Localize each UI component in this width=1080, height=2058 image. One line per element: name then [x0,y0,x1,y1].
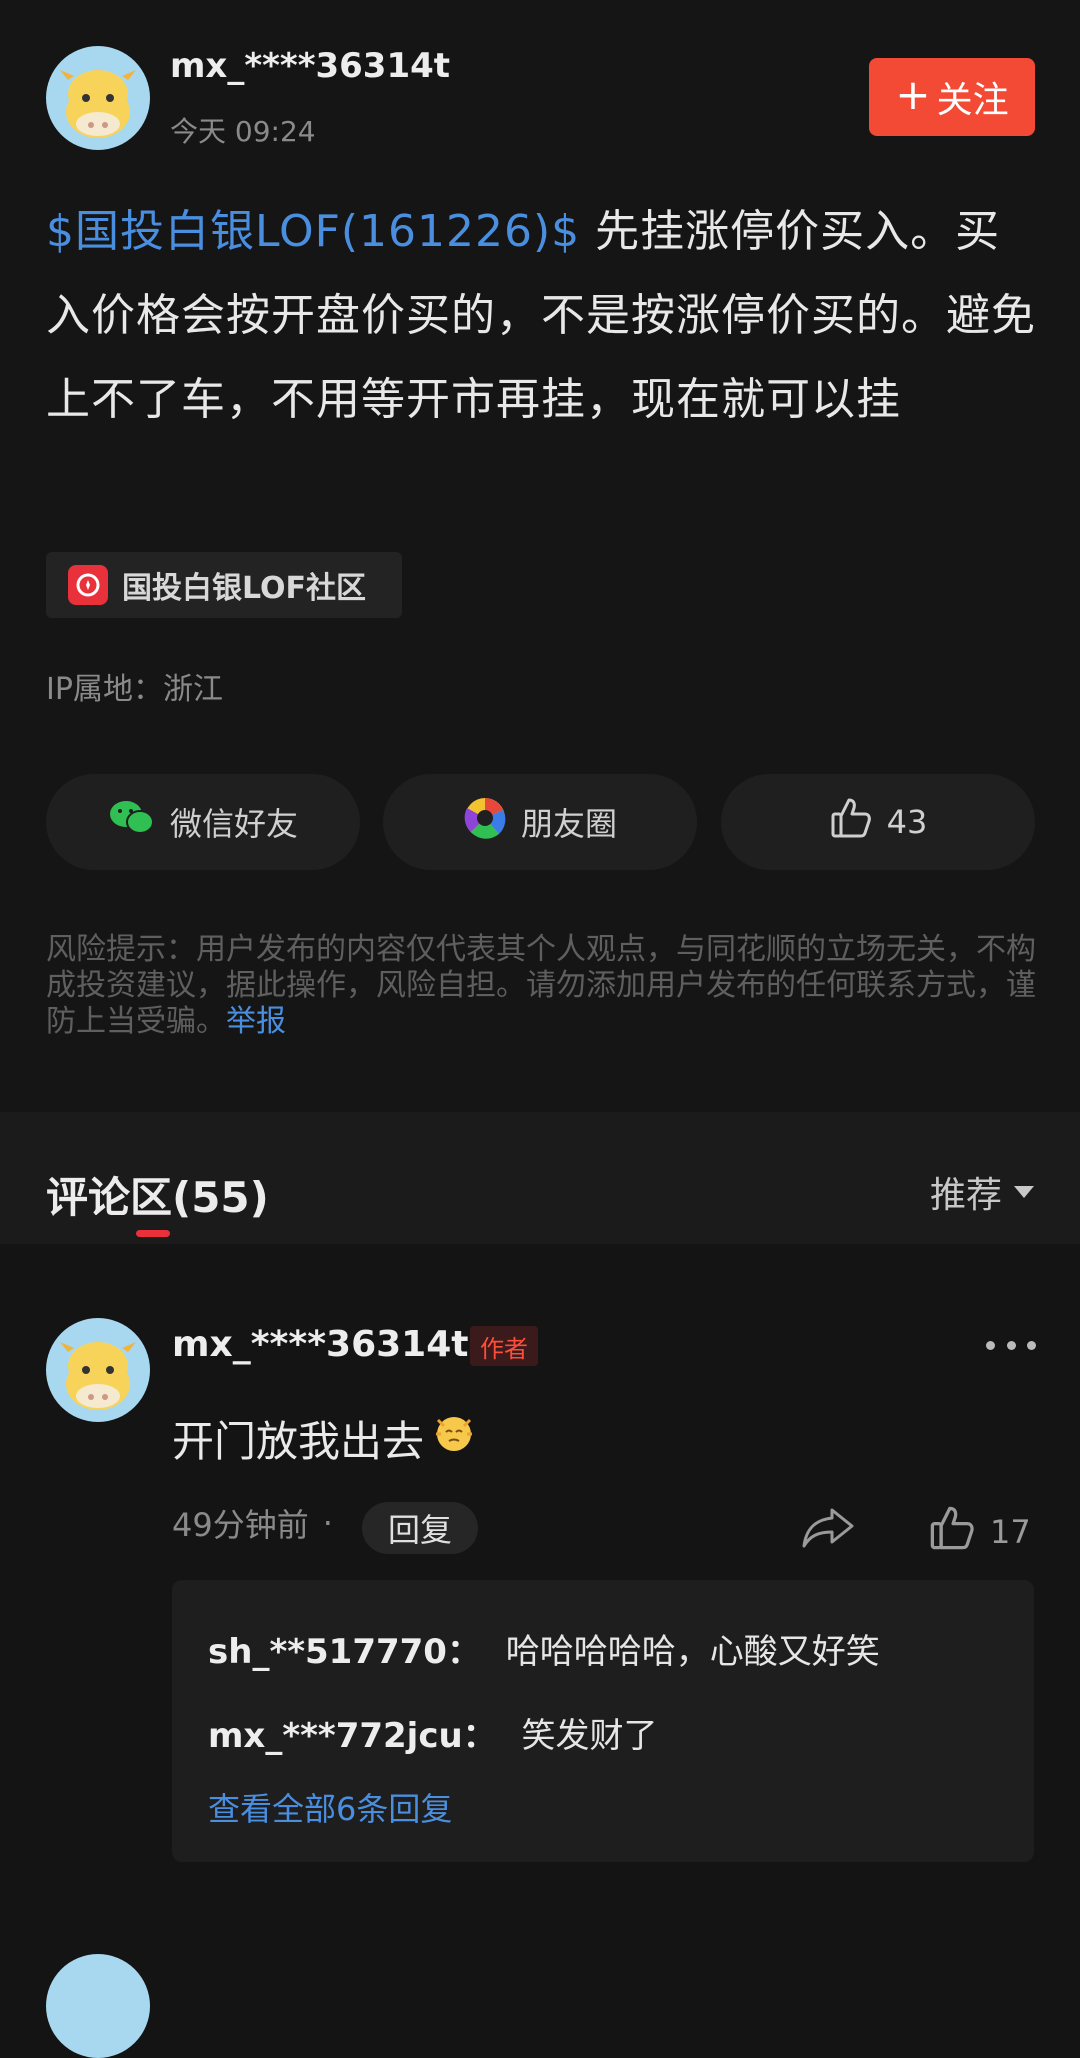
comment-time: 49分钟前 [172,1506,309,1544]
report-link[interactable]: 举报 [226,1004,286,1039]
view-all-replies-link[interactable]: 查看全部6条回复 [208,1784,452,1830]
comment-avatar[interactable] [46,1318,150,1422]
comment-like-count: 17 [990,1513,1031,1551]
thumbs-up-icon [928,1504,976,1560]
wechat-label: 微信好友 [169,805,298,843]
moments-icon [463,796,507,848]
comment-header: 评论区(55) 推荐 [0,1112,1080,1244]
like-button[interactable]: 43 [721,774,1035,870]
comment-text-row: 开门放我出去 [172,1408,476,1469]
active-tab-indicator [136,1230,170,1237]
next-comment-avatar[interactable] [46,1954,150,2058]
follow-button[interactable]: + 关注 [869,58,1035,136]
thumbs-up-icon [829,796,873,848]
reply-user[interactable]: mx_***772jcu： [208,1716,497,1756]
comment-meta: 49分钟前 · [172,1500,347,1546]
author-name[interactable]: mx_****36314t [170,46,450,86]
chevron-down-icon [1014,1186,1034,1198]
moments-label: 朋友圈 [520,805,617,843]
community-tag[interactable]: 国投白银LOF社区 [46,552,402,618]
post-section: mx_****36314t 今天 09:24 + 关注 $国投白银LOF(161… [0,0,1080,1112]
author-avatar[interactable] [46,46,150,150]
reply-text: 笑发财了 [521,1716,658,1756]
like-count: 43 [886,803,928,841]
reply-item[interactable]: mx_***772jcu： 笑发财了 [208,1708,658,1757]
ip-location: IP属地：浙江 [46,672,223,707]
reply-user[interactable]: sh_**517770： [208,1632,481,1672]
author-badge: 作者 [470,1326,538,1366]
more-icon[interactable] [986,1330,1036,1360]
replies-box: sh_**517770： 哈哈哈哈哈，心酸又好笑 mx_***772jcu： 笑… [172,1580,1034,1862]
sort-label: 推荐 [929,1175,1002,1216]
reply-button[interactable]: 回复 [362,1502,478,1554]
follow-label: 关注 [936,80,1009,121]
comment-section-title: 评论区(55) [46,1173,269,1222]
post-time: 今天 09:24 [170,115,316,148]
wechat-icon [108,798,156,846]
comment-like-button[interactable]: 17 [928,1504,1031,1560]
risk-text: 风险提示：用户发布的内容仅代表其个人观点，与同花顺的立场无关，不构成投资建议，据… [46,932,1036,1039]
emoji-icon [432,1412,476,1466]
post-content: $国投白银LOF(161226)$ 先挂涨停价买入。买入价格会按开盘价买的，不是… [46,190,1036,442]
share-moments-button[interactable]: 朋友圈 [383,774,697,870]
reply-item[interactable]: sh_**517770： 哈哈哈哈哈，心酸又好笑 [208,1624,880,1673]
plus-icon: + [895,70,931,119]
share-wechat-button[interactable]: 微信好友 [46,774,360,870]
risk-notice: 风险提示：用户发布的内容仅代表其个人观点，与同花顺的立场无关，不构成投资建议，据… [46,932,1036,1040]
comment-author-name[interactable]: mx_****36314t [172,1324,469,1365]
sort-dropdown[interactable]: 推荐 [930,1166,1034,1218]
comment-text: 开门放我出去 [172,1417,425,1466]
share-arrow-icon[interactable] [800,1504,856,1556]
meta-separator: · [322,1504,333,1542]
stock-link[interactable]: $国投白银LOF(161226)$ [46,206,580,257]
community-icon [68,565,108,605]
reply-text: 哈哈哈哈哈，心酸又好笑 [505,1632,880,1672]
community-label: 国投白银LOF社区 [122,571,367,606]
